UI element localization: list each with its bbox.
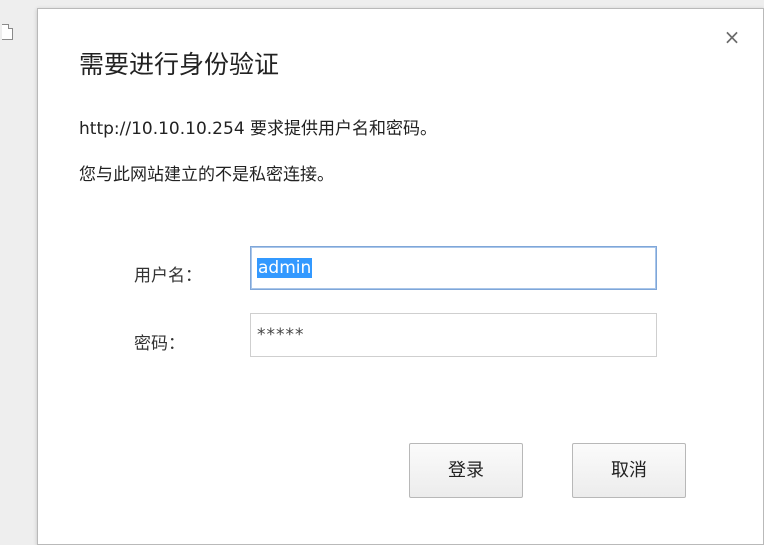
password-input[interactable]: ***** [250,313,657,357]
auth-dialog: × 需要进行身份验证 http://10.10.10.254 要求提供用户名和密… [37,8,764,545]
username-input[interactable]: admin [250,246,657,290]
privacy-warning: 您与此网站建立的不是私密连接。 [79,165,334,185]
page-icon [2,24,13,40]
cancel-button[interactable]: 取消 [572,443,686,498]
auth-message: http://10.10.10.254 要求提供用户名和密码。 [79,119,438,139]
username-value: admin [257,258,313,278]
username-label: 用户名： [134,266,202,286]
close-icon[interactable]: × [721,26,743,48]
password-label: 密码： [134,334,185,354]
login-button[interactable]: 登录 [409,443,523,498]
dialog-title: 需要进行身份验证 [79,50,280,79]
